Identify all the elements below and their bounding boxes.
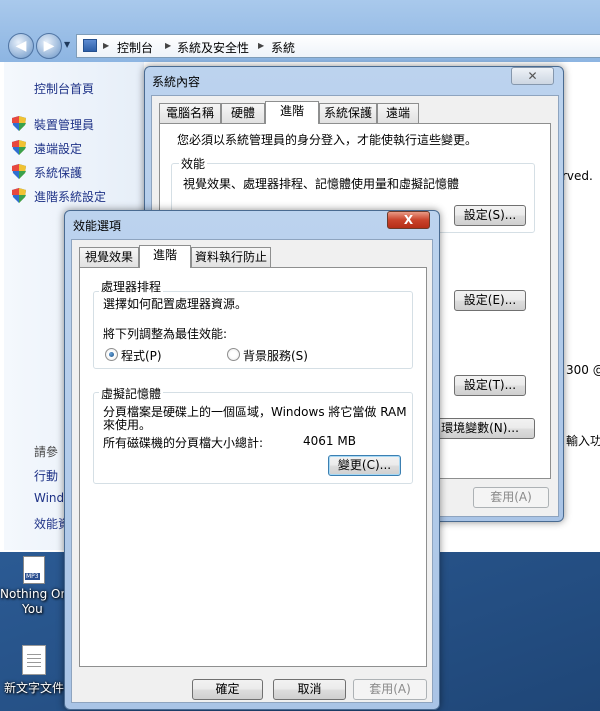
apply-button[interactable]: 套用(A) <box>473 487 549 508</box>
ok-button[interactable]: 確定 <box>192 679 263 700</box>
performance-group-title: 效能 <box>179 155 208 172</box>
uac-shield-icon <box>12 116 26 131</box>
radio-background-services[interactable] <box>227 348 240 361</box>
dialog-title: 系統內容 <box>152 75 201 89</box>
change-virtual-memory-button[interactable]: 變更(C)... <box>328 455 401 476</box>
sidebar-link-advanced-settings[interactable]: 進階系統設定 <box>34 188 106 205</box>
tab-remote[interactable]: 遠端 <box>377 103 419 123</box>
processor-scheduling-description: 選擇如何配置處理器資源。 <box>103 297 248 311</box>
recent-pages-dropdown-icon[interactable]: ▼ <box>64 40 70 49</box>
uac-shield-icon <box>12 140 26 155</box>
tab-advanced[interactable]: 進階 <box>265 101 319 124</box>
performance-description: 視覺效果、處理器排程、記憶體使用量和虛擬記憶體 <box>183 177 460 191</box>
sidebar-link-remote-settings[interactable]: 遠端設定 <box>34 140 82 157</box>
performance-options-dialog: 效能選項 X 視覺效果 進階 資料執行防止 處理器排程 選擇如何配置處理器資源。… <box>64 210 440 710</box>
tab-visual-effects[interactable]: 視覺效果 <box>79 247 139 267</box>
sidebar-link-system-protection[interactable]: 系統保護 <box>34 164 82 181</box>
dialog-title: 效能選項 <box>73 219 122 233</box>
virtual-memory-title: 虛擬記憶體 <box>99 385 164 402</box>
breadcrumb-arrow-icon[interactable]: ▶ <box>103 41 109 50</box>
virtual-memory-description-cont: 來使用。 <box>103 418 152 432</box>
mp3-file-icon[interactable]: MP3 <box>23 556 45 584</box>
forward-arrow-icon[interactable]: ▶ <box>36 33 62 59</box>
user-profiles-settings-button[interactable]: 設定(E)... <box>454 290 526 311</box>
breadcrumb-arrow-icon[interactable]: ▶ <box>165 41 171 50</box>
see-also-heading: 請參 <box>34 445 59 459</box>
sidebar-link-action-center[interactable]: 行動 <box>34 467 58 484</box>
copyright-fragment: rved. <box>562 169 593 183</box>
tab-advanced[interactable]: 進階 <box>139 245 191 268</box>
desktop-icon-label[interactable]: Nothing On <box>0 587 68 601</box>
close-icon[interactable]: X <box>387 211 430 229</box>
uac-shield-icon <box>12 188 26 203</box>
mp3-tag: MP3 <box>25 573 40 580</box>
environment-variables-button[interactable]: 環境變數(N)... <box>425 418 535 439</box>
sidebar-link-control-panel-home[interactable]: 控制台首頁 <box>34 80 94 97</box>
paging-file-total-label: 所有磁碟機的分頁檔大小總計: <box>103 436 264 450</box>
close-icon[interactable]: ✕ <box>511 67 554 85</box>
control-panel-icon <box>83 39 97 52</box>
breadcrumb-control-panel[interactable]: 控制台 <box>117 39 153 56</box>
processor-scheduling-title: 處理器排程 <box>99 278 164 295</box>
address-bar[interactable]: ▶ 控制台 ▶ 系統及安全性 ▶ 系統 <box>76 34 600 58</box>
desktop-icon-label[interactable]: You <box>22 602 43 616</box>
tab-data-execution-prevention[interactable]: 資料執行防止 <box>191 247 271 267</box>
sidebar-link-windows-update[interactable]: Wind <box>34 491 64 505</box>
radio-programs[interactable] <box>105 348 118 361</box>
tab-hardware[interactable]: 硬體 <box>221 103 265 123</box>
breadcrumb-system[interactable]: 系統 <box>271 39 295 56</box>
breadcrumb-system-security[interactable]: 系統及安全性 <box>177 39 249 56</box>
admin-notice: 您必須以系統管理員的身分登入，才能使執行這些變更。 <box>177 133 478 147</box>
text-document-icon[interactable] <box>22 645 46 675</box>
tab-computer-name[interactable]: 電腦名稱 <box>159 103 221 123</box>
sidebar-link-device-manager[interactable]: 裝置管理員 <box>34 116 94 133</box>
desktop-icon-label[interactable]: 新文字文件 <box>4 679 64 696</box>
cancel-button[interactable]: 取消 <box>273 679 346 700</box>
back-arrow-icon[interactable]: ◀ <box>8 33 34 59</box>
processor-fragment: 300 @ <box>566 363 600 377</box>
performance-settings-button[interactable]: 設定(S)... <box>454 205 526 226</box>
radio-programs-label[interactable]: 程式(P) <box>121 347 162 364</box>
breadcrumb-arrow-icon[interactable]: ▶ <box>258 41 264 50</box>
adjust-for-best-performance-label: 將下列調整為最佳效能: <box>103 327 228 341</box>
tab-system-protection[interactable]: 系統保護 <box>319 103 377 123</box>
paging-file-total-value: 4061 MB <box>303 434 356 448</box>
uac-shield-icon <box>12 164 26 179</box>
startup-recovery-settings-button[interactable]: 設定(T)... <box>454 375 526 396</box>
radio-background-services-label[interactable]: 背景服務(S) <box>243 347 308 364</box>
apply-button[interactable]: 套用(A) <box>353 679 427 700</box>
pen-touch-fragment: 輸入功 <box>566 434 600 448</box>
